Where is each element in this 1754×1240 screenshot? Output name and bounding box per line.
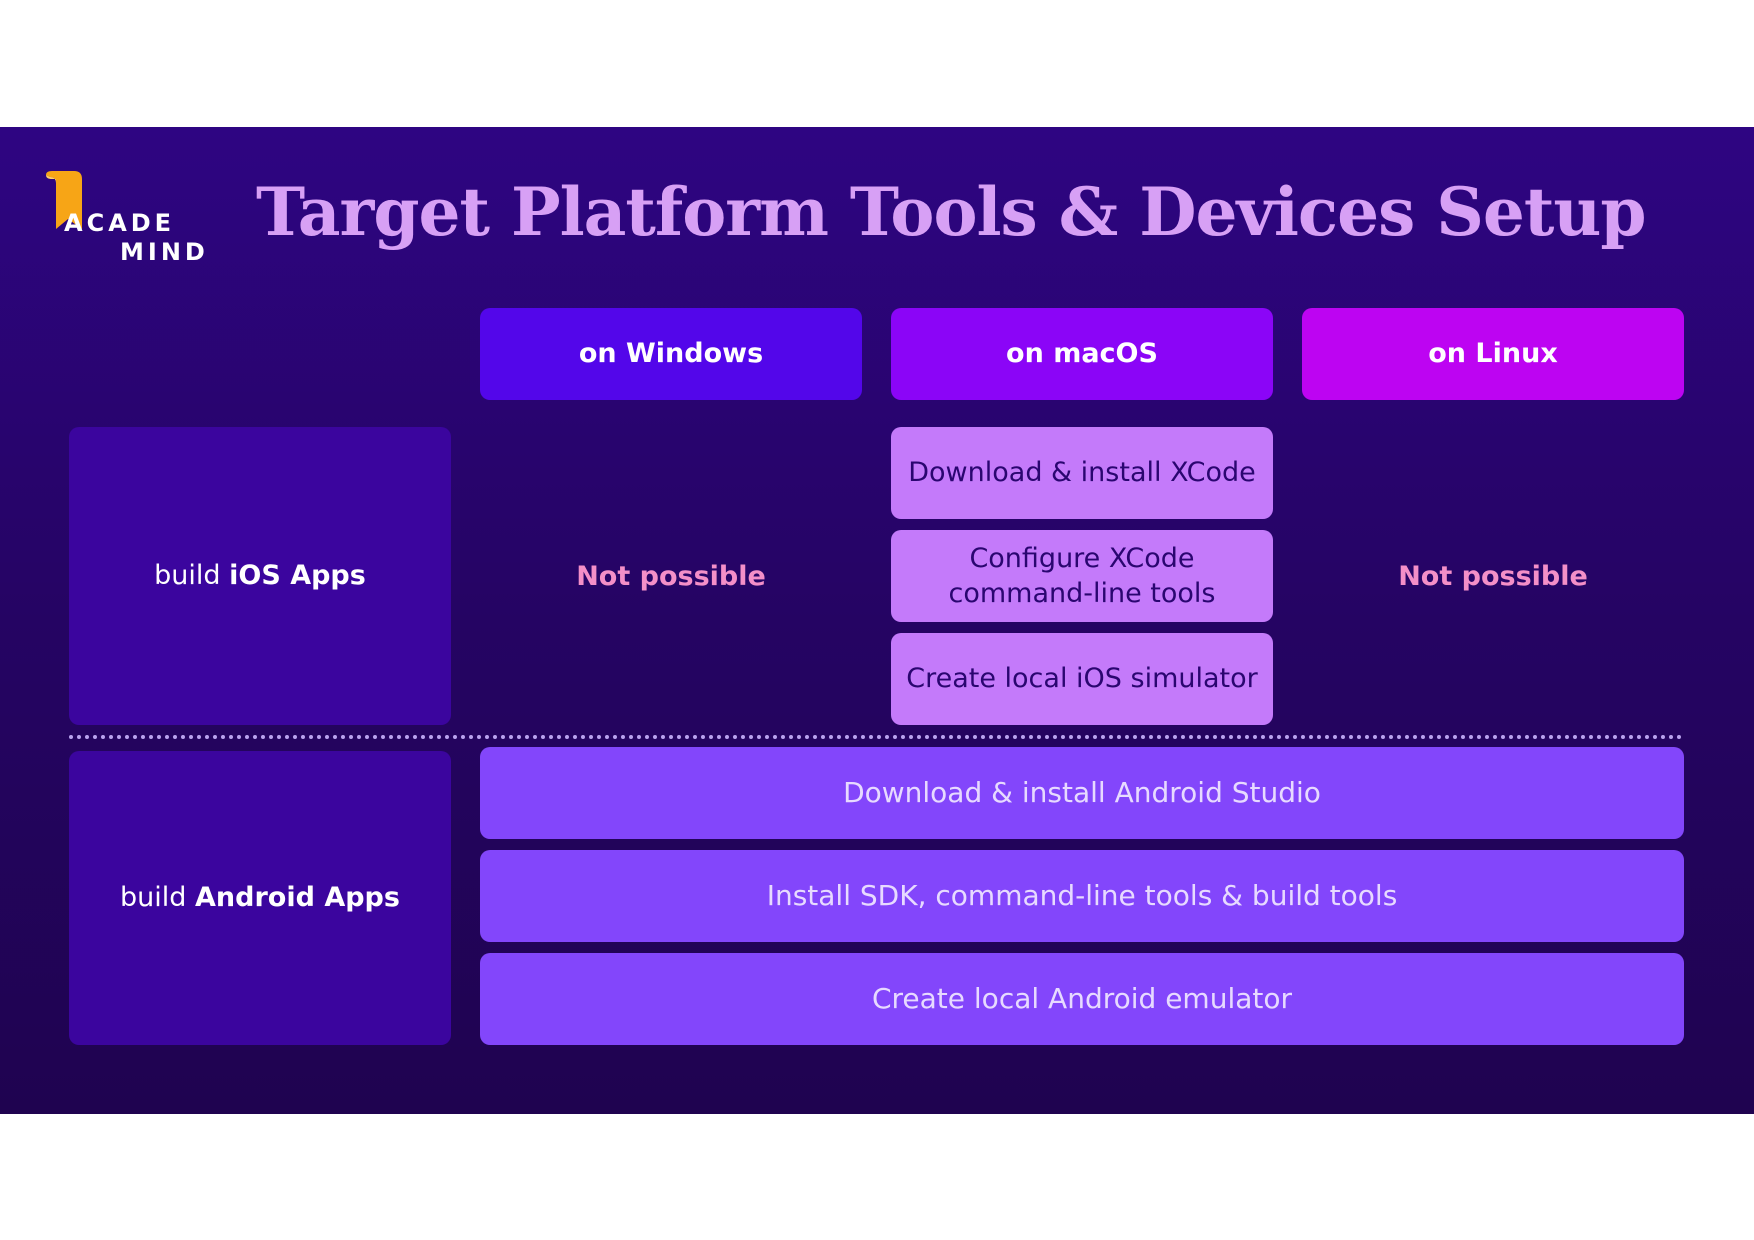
header-windows: on Windows <box>480 308 862 400</box>
ios-windows-not-possible: Not possible <box>576 560 766 592</box>
ios-macos-step-3: Create local iOS simulator <box>891 633 1273 725</box>
row-label-android-bold: Android Apps <box>195 882 400 914</box>
row-label-android-prefix: build <box>120 882 187 914</box>
ios-macos-step-2: Configure XCode command-line tools <box>891 530 1273 622</box>
ios-macos-step-1: Download & install XCode <box>891 427 1273 519</box>
android-step-3: Create local Android emulator <box>480 953 1684 1045</box>
slide-title: Target Platform Tools & Devices Setup <box>256 173 1646 251</box>
ios-linux-not-possible: Not possible <box>1398 560 1588 592</box>
header-macos: on macOS <box>891 308 1273 400</box>
row-label-ios: build iOS Apps <box>69 427 451 725</box>
row-label-android: build Android Apps <box>69 751 451 1045</box>
row-divider <box>69 735 1683 739</box>
row-label-ios-bold: iOS Apps <box>229 560 366 592</box>
android-step-1: Download & install Android Studio <box>480 747 1684 839</box>
header-linux: on Linux <box>1302 308 1684 400</box>
logo-text-line1: ACADE <box>64 209 176 237</box>
academind-logo: ACADE MIND <box>44 171 210 271</box>
row-label-ios-prefix: build <box>154 560 221 592</box>
slide: ACADE MIND Target Platform Tools & Devic… <box>0 127 1754 1114</box>
android-step-2: Install SDK, command-line tools & build … <box>480 850 1684 942</box>
logo-text-line2: MIND <box>120 238 209 266</box>
